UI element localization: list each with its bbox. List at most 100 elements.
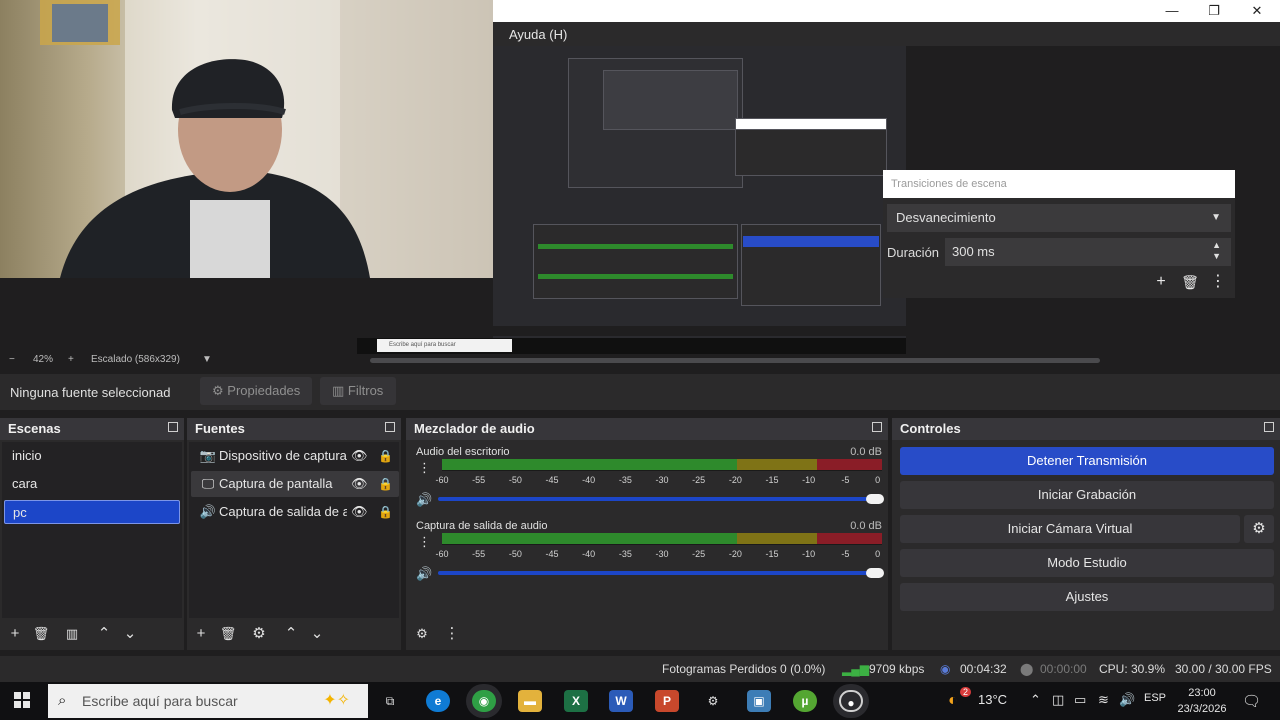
volume-slider[interactable] bbox=[438, 494, 884, 504]
speaker-icon: 🔊 bbox=[199, 504, 217, 519]
speaker-icon[interactable]: 🔊 bbox=[416, 566, 432, 582]
status-bar: Fotogramas Perdidos 0 (0.0%) ▂▄▆ 9709 kb… bbox=[0, 656, 1280, 682]
source-item-screen-capture[interactable]: 🖵 Captura de pantalla 👁 🔒 bbox=[191, 471, 399, 497]
mixer-menu-button[interactable]: ⋮ bbox=[442, 625, 462, 643]
excel-icon[interactable]: X bbox=[564, 690, 588, 712]
channel-name: Audio del escritorio bbox=[416, 446, 510, 458]
eye-icon[interactable]: 👁 bbox=[351, 499, 368, 525]
file-explorer-icon[interactable]: ▬ bbox=[518, 690, 542, 712]
powerpoint-icon[interactable]: P bbox=[655, 690, 679, 712]
eye-icon[interactable]: 👁 bbox=[351, 443, 368, 469]
notifications-icon[interactable]: 🗨 bbox=[1242, 692, 1261, 710]
undock-icon[interactable] bbox=[872, 422, 882, 432]
generic-app-icon[interactable]: ▣ bbox=[747, 690, 771, 712]
camera-tray-icon[interactable]: ◫ bbox=[1052, 692, 1064, 708]
scene-item-inicio[interactable]: inicio bbox=[4, 444, 180, 468]
advanced-audio-button[interactable]: ⚙ bbox=[412, 625, 432, 643]
move-source-up-button[interactable]: ⌃ bbox=[281, 625, 301, 643]
remove-transition-button[interactable]: 🗑 bbox=[1180, 272, 1200, 292]
add-transition-button[interactable]: + bbox=[1151, 272, 1171, 292]
close-button[interactable]: ✕ bbox=[1242, 2, 1272, 20]
controls-dock: Controles Detener Transmisión Iniciar Gr… bbox=[892, 418, 1280, 650]
battery-icon[interactable]: ▭ bbox=[1074, 692, 1086, 708]
channel-menu-icon[interactable]: ⋮ bbox=[418, 460, 431, 476]
sources-title: Fuentes bbox=[187, 418, 401, 440]
preview-canvas[interactable]: Escribe aquí para buscar Transiciones de… bbox=[0, 0, 1280, 354]
restore-button[interactable]: ❐ bbox=[1199, 2, 1229, 20]
chevron-down-icon[interactable]: ▼ bbox=[202, 354, 212, 365]
sources-list: 📷 Dispositivo de captura 👁 🔒 🖵 Captura d… bbox=[189, 442, 399, 618]
filters-button[interactable]: ▥ Filtros bbox=[320, 377, 396, 405]
scene-transitions-dock: Transiciones de escena Desvanecimiento ▼… bbox=[883, 170, 1235, 298]
source-item-capture-device[interactable]: 📷 Dispositivo de captura 👁 🔒 bbox=[191, 443, 399, 469]
duration-label: Duración bbox=[887, 245, 940, 260]
speaker-icon[interactable]: 🔊 bbox=[416, 492, 432, 508]
temperature[interactable]: 13°C bbox=[978, 692, 1007, 707]
remove-scene-button[interactable]: 🗑 bbox=[31, 625, 51, 643]
move-scene-down-button[interactable]: ⌄ bbox=[120, 625, 140, 643]
tick-label: -45 bbox=[545, 549, 559, 559]
preview-scrollbar[interactable] bbox=[370, 358, 1100, 363]
settings-button[interactable]: Ajustes bbox=[900, 583, 1274, 611]
zoom-out-button[interactable]: − bbox=[9, 354, 15, 365]
scene-filters-button[interactable]: ▥ bbox=[62, 625, 82, 643]
filter-icon: ▥ bbox=[332, 383, 345, 398]
taskbar-search-box[interactable]: ⌕ Escribe aquí para buscar ✦✧ bbox=[48, 684, 368, 718]
obs-icon[interactable]: ● bbox=[839, 690, 863, 712]
start-recording-button[interactable]: Iniciar Grabación bbox=[900, 481, 1274, 509]
lock-icon[interactable]: 🔒 bbox=[378, 499, 393, 525]
edge-icon[interactable]: e bbox=[426, 690, 450, 712]
add-scene-button[interactable]: + bbox=[5, 625, 25, 643]
source-properties-button[interactable]: ⚙ bbox=[249, 625, 269, 643]
channel-name: Captura de salida de audio bbox=[416, 520, 548, 532]
volume-slider[interactable] bbox=[438, 568, 884, 578]
move-source-down-button[interactable]: ⌄ bbox=[307, 625, 327, 643]
weather-icon[interactable]: ◐ bbox=[948, 692, 958, 710]
volume-icon[interactable]: 🔊 bbox=[1119, 692, 1135, 708]
scene-item-cara[interactable]: cara bbox=[4, 472, 180, 496]
no-source-selected-label: Ninguna fuente seleccionad bbox=[10, 385, 171, 400]
menu-help[interactable]: Ayuda (H) bbox=[509, 27, 567, 42]
undock-icon[interactable] bbox=[168, 422, 178, 432]
word-icon[interactable]: W bbox=[609, 690, 633, 712]
transition-menu-button[interactable]: ⋮ bbox=[1208, 272, 1228, 292]
slider-handle[interactable] bbox=[866, 568, 884, 578]
virtual-camera-settings-button[interactable]: ⚙ bbox=[1244, 515, 1274, 543]
add-source-button[interactable]: + bbox=[191, 625, 211, 643]
start-virtual-camera-button[interactable]: Iniciar Cámara Virtual bbox=[900, 515, 1240, 543]
clock[interactable]: 23:00 23/3/2026 bbox=[1172, 685, 1232, 717]
minimize-button[interactable]: — bbox=[1157, 2, 1187, 20]
tick-label: -60 bbox=[435, 475, 449, 485]
settings-icon[interactable]: ⚙ bbox=[701, 690, 725, 712]
lock-icon[interactable]: 🔒 bbox=[378, 443, 393, 469]
record-icon: ⬤ bbox=[1020, 662, 1034, 676]
utorrent-icon[interactable]: µ bbox=[793, 690, 817, 712]
chevron-down-icon: ▼ bbox=[1211, 212, 1221, 223]
undock-icon[interactable] bbox=[385, 422, 395, 432]
remove-source-button[interactable]: 🗑 bbox=[218, 625, 238, 643]
task-view-icon[interactable]: ⧉ bbox=[378, 690, 402, 712]
stop-stream-button[interactable]: Detener Transmisión bbox=[900, 447, 1274, 475]
undock-icon[interactable] bbox=[1264, 422, 1274, 432]
chevron-up-icon[interactable]: ⌃ bbox=[1030, 692, 1041, 708]
spin-arrows-icon[interactable]: ▲ ▼ bbox=[1212, 240, 1221, 262]
slider-handle[interactable] bbox=[866, 494, 884, 504]
source-item-audio-output[interactable]: 🔊 Captura de salida de audio 👁 🔒 bbox=[191, 499, 399, 525]
scenes-title: Escenas bbox=[0, 418, 184, 440]
move-scene-up-button[interactable]: ⌃ bbox=[94, 625, 114, 643]
sources-dock: Fuentes 📷 Dispositivo de captura 👁 🔒 🖵 C… bbox=[187, 418, 401, 650]
eye-icon[interactable]: 👁 bbox=[351, 471, 368, 497]
zoom-in-button[interactable]: + bbox=[68, 354, 74, 365]
tick-label: -40 bbox=[582, 549, 596, 559]
transition-select[interactable]: Desvanecimiento ▼ bbox=[887, 204, 1231, 232]
duration-spinbox[interactable]: 300 ms ▲ ▼ bbox=[945, 238, 1231, 266]
chrome-icon[interactable]: ◉ bbox=[472, 690, 496, 712]
language-indicator[interactable]: ESP bbox=[1144, 692, 1166, 704]
studio-mode-button[interactable]: Modo Estudio bbox=[900, 549, 1274, 577]
channel-menu-icon[interactable]: ⋮ bbox=[418, 534, 431, 550]
scene-item-pc[interactable]: pc bbox=[4, 500, 180, 524]
properties-button[interactable]: ⚙ Propiedades bbox=[200, 377, 312, 405]
windows-start-icon[interactable] bbox=[14, 692, 30, 708]
lock-icon[interactable]: 🔒 bbox=[378, 471, 393, 497]
wifi-icon[interactable]: ≋ bbox=[1098, 692, 1109, 708]
